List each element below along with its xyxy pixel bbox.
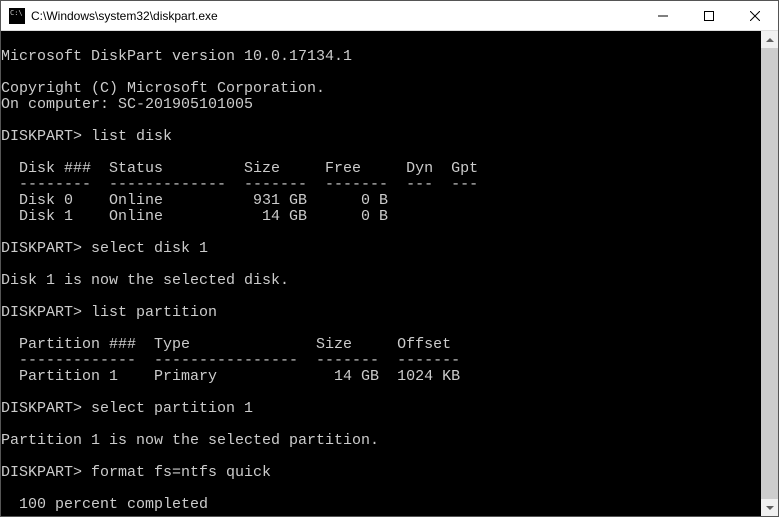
titlebar: C:\Windows\system32\diskpart.exe bbox=[1, 1, 778, 31]
prompt: DISKPART> bbox=[1, 464, 82, 481]
resp-select-partition: Partition 1 is now the selected partitio… bbox=[1, 432, 379, 449]
partition-table-sep: ------------- ---------------- ------- -… bbox=[1, 352, 460, 369]
cmd-list-partition: list partition bbox=[91, 304, 217, 321]
scroll-down-button[interactable] bbox=[761, 499, 778, 516]
disk-row-1: Disk 1 Online 14 GB 0 B bbox=[1, 208, 388, 225]
partition-row-0: Partition 1 Primary 14 GB 1024 KB bbox=[1, 368, 460, 385]
computer-line: On computer: SC-201905101005 bbox=[1, 96, 253, 113]
close-button[interactable] bbox=[732, 1, 778, 30]
terminal-content: Microsoft DiskPart version 10.0.17134.1 … bbox=[1, 33, 757, 513]
cmd-select-disk: select disk 1 bbox=[91, 240, 208, 257]
prompt: DISKPART> bbox=[1, 240, 82, 257]
minimize-button[interactable] bbox=[640, 1, 686, 30]
copyright-line: Copyright (C) Microsoft Corporation. bbox=[1, 80, 325, 97]
partition-table-header: Partition ### Type Size Offset bbox=[1, 336, 451, 353]
cmd-icon bbox=[9, 8, 25, 24]
diskpart-version: Microsoft DiskPart version 10.0.17134.1 bbox=[1, 48, 352, 65]
scroll-up-button[interactable] bbox=[761, 31, 778, 48]
maximize-button[interactable] bbox=[686, 1, 732, 30]
prompt: DISKPART> bbox=[1, 400, 82, 417]
scroll-thumb[interactable] bbox=[761, 48, 778, 499]
cmd-select-partition: select partition 1 bbox=[91, 400, 253, 417]
window-title: C:\Windows\system32\diskpart.exe bbox=[31, 9, 640, 23]
terminal[interactable]: Microsoft DiskPart version 10.0.17134.1 … bbox=[1, 31, 778, 516]
scroll-track[interactable] bbox=[761, 48, 778, 499]
prompt: DISKPART> bbox=[1, 128, 82, 145]
cmd-list-disk: list disk bbox=[91, 128, 172, 145]
disk-table-header: Disk ### Status Size Free Dyn Gpt bbox=[1, 160, 478, 177]
format-progress: 100 percent completed bbox=[1, 496, 208, 513]
resp-select-disk: Disk 1 is now the selected disk. bbox=[1, 272, 289, 289]
disk-row-0: Disk 0 Online 931 GB 0 B bbox=[1, 192, 388, 209]
vertical-scrollbar[interactable] bbox=[761, 31, 778, 516]
prompt: DISKPART> bbox=[1, 304, 82, 321]
window-controls bbox=[640, 1, 778, 30]
disk-table-sep: -------- ------------- ------- ------- -… bbox=[1, 176, 478, 193]
cmd-format: format fs=ntfs quick bbox=[91, 464, 271, 481]
